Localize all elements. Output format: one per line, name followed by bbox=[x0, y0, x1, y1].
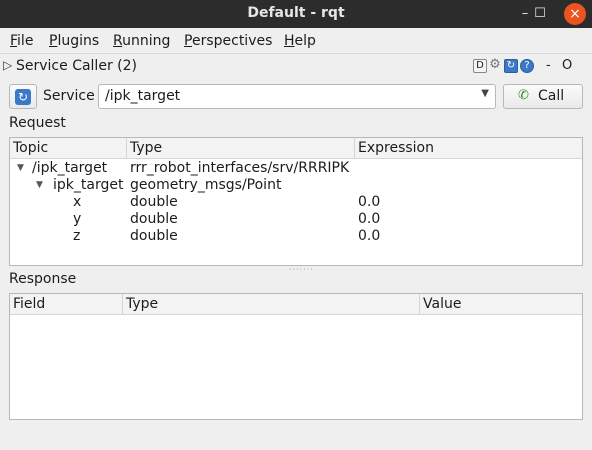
dock-icon[interactable]: D bbox=[473, 59, 487, 73]
close-icon[interactable]: × bbox=[564, 3, 586, 25]
menu-bar: File Plugins Running Perspectives Help bbox=[0, 28, 592, 54]
row-topic: z bbox=[73, 228, 81, 244]
row-expression[interactable]: 0.0 bbox=[358, 228, 380, 244]
tree-row[interactable]: ▼ ipk_target geometry_msgs/Point bbox=[10, 177, 582, 194]
row-topic: y bbox=[73, 211, 82, 227]
row-type: rrr_robot_interfaces/srv/RRRIPK bbox=[130, 160, 350, 176]
menu-running[interactable]: Running bbox=[113, 33, 170, 49]
collapse-triangle-icon[interactable]: ▷ bbox=[3, 58, 12, 72]
menu-perspectives[interactable]: Perspectives bbox=[184, 33, 272, 49]
tree-row[interactable]: x double 0.0 bbox=[10, 194, 582, 211]
row-expression[interactable]: 0.0 bbox=[358, 194, 380, 210]
minimize-plugin-button[interactable]: - bbox=[546, 58, 551, 73]
row-topic: x bbox=[73, 194, 82, 210]
menu-help-label: elp bbox=[294, 33, 316, 49]
help-icon[interactable]: ? bbox=[520, 59, 534, 73]
service-select-value: /ipk_target bbox=[105, 88, 181, 104]
plugin-title: Service Caller (2) bbox=[16, 58, 137, 74]
tree-row[interactable]: ▼ /ipk_target rrr_robot_interfaces/srv/R… bbox=[10, 160, 582, 177]
row-topic: ipk_target bbox=[53, 177, 124, 193]
menu-running-mnemonic: R bbox=[113, 33, 123, 49]
row-type: double bbox=[130, 228, 178, 244]
tree-row[interactable]: y double 0.0 bbox=[10, 211, 582, 228]
menu-file[interactable]: File bbox=[10, 33, 33, 49]
column-header-field[interactable]: Field bbox=[10, 294, 123, 315]
splitter-handle[interactable]: ······· bbox=[289, 265, 314, 274]
column-header-type[interactable]: Type bbox=[127, 138, 355, 159]
refresh-services-button[interactable]: ↻ bbox=[9, 84, 37, 109]
menu-plugins[interactable]: Plugins bbox=[49, 33, 99, 49]
response-tree-header: Field Type Value bbox=[10, 294, 582, 315]
gear-icon[interactable]: ⚙ bbox=[488, 58, 502, 73]
menu-help-mnemonic: H bbox=[284, 33, 295, 49]
plugin-title-bar: ▷ Service Caller (2) D ⚙ ↻ ? - O bbox=[0, 55, 592, 79]
tree-row[interactable]: z double 0.0 bbox=[10, 228, 582, 245]
window-title: Default - rqt bbox=[247, 5, 345, 21]
close-plugin-button[interactable]: O bbox=[562, 58, 572, 73]
service-label: Service bbox=[43, 88, 95, 104]
response-label: Response bbox=[9, 271, 77, 287]
expand-arrow-icon[interactable]: ▼ bbox=[17, 163, 24, 173]
response-tree[interactable]: Field Type Value bbox=[9, 293, 583, 420]
column-header-value[interactable]: Value bbox=[420, 294, 582, 315]
chevron-down-icon: ▼ bbox=[481, 88, 489, 99]
maximize-icon[interactable]: ☐ bbox=[529, 3, 551, 25]
refresh-icon: ↻ bbox=[15, 89, 31, 105]
call-button-label: Call bbox=[538, 88, 565, 104]
column-header-expression[interactable]: Expression bbox=[355, 138, 582, 159]
menu-plugins-label: lugins bbox=[57, 33, 100, 49]
row-expression[interactable]: 0.0 bbox=[358, 211, 380, 227]
menu-file-label: ile bbox=[17, 33, 34, 49]
service-select[interactable]: /ipk_target ▼ bbox=[98, 84, 496, 109]
expand-arrow-icon[interactable]: ▼ bbox=[36, 180, 43, 190]
request-label: Request bbox=[9, 115, 66, 131]
request-tree[interactable]: Topic Type Expression ▼ /ipk_target rrr_… bbox=[9, 137, 583, 266]
column-header-type[interactable]: Type bbox=[123, 294, 420, 315]
menu-perspectives-mnemonic: P bbox=[184, 33, 192, 49]
menu-help[interactable]: Help bbox=[284, 33, 316, 49]
request-tree-header: Topic Type Expression bbox=[10, 138, 582, 159]
column-header-topic[interactable]: Topic bbox=[10, 138, 127, 159]
menu-perspectives-label: erspectives bbox=[191, 33, 273, 49]
row-topic: /ipk_target bbox=[32, 160, 108, 176]
phone-icon: ✆ bbox=[518, 88, 529, 103]
row-type: double bbox=[130, 194, 178, 210]
menu-running-label: unning bbox=[122, 33, 171, 49]
row-type: geometry_msgs/Point bbox=[130, 177, 282, 193]
menu-file-mnemonic: F bbox=[10, 33, 18, 49]
call-button[interactable]: ✆ Call bbox=[503, 84, 583, 109]
window-titlebar: Default - rqt – ☐ × bbox=[0, 0, 592, 28]
row-type: double bbox=[130, 211, 178, 227]
reload-icon[interactable]: ↻ bbox=[504, 59, 518, 73]
